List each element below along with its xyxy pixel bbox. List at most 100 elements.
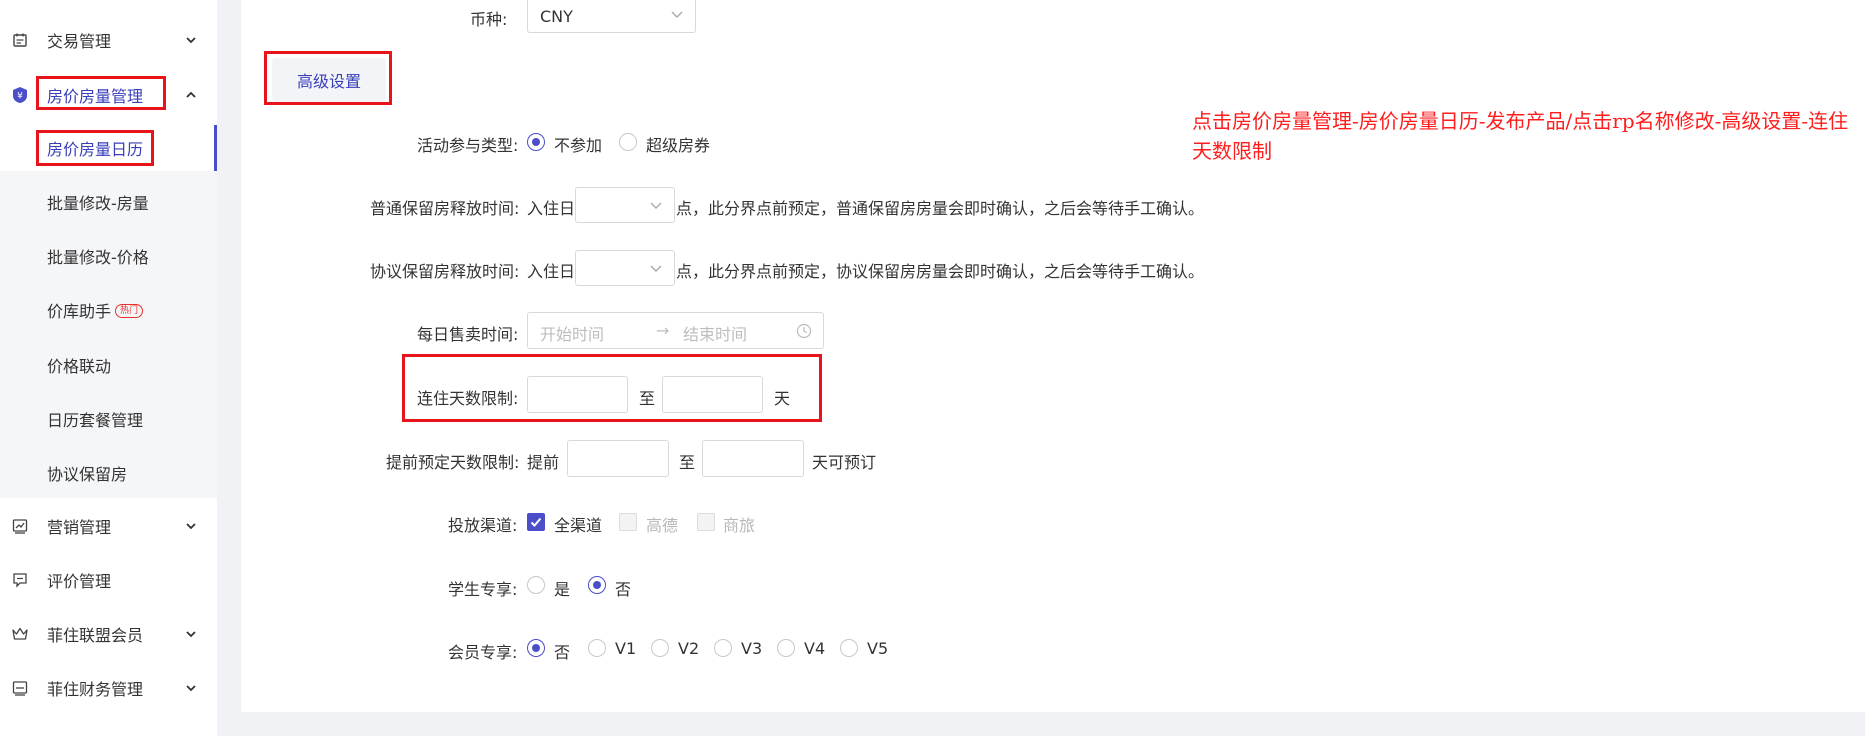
hot-badge: 热门 [115, 304, 144, 318]
chevron-down-icon [186, 685, 196, 692]
radio-member-v2[interactable] [651, 639, 669, 657]
comment-icon [11, 571, 29, 589]
chevron-down-icon [650, 202, 662, 209]
sidebar-item-label: 房价房量管理 [47, 87, 144, 106]
radio-member-v1[interactable] [588, 639, 606, 657]
sidebar-item-alliance-member[interactable]: 菲住联盟会员 [0, 611, 217, 657]
radio-label: 是 [554, 580, 571, 599]
sidebar-subitem-batch-price[interactable]: 批量修改-价格 [0, 233, 217, 279]
checkbox-gaode[interactable] [619, 513, 637, 531]
check-icon [530, 517, 542, 527]
svg-text:¥: ¥ [17, 92, 23, 102]
finance-icon [11, 679, 29, 697]
activity-type-label: 活动参与类型: [417, 136, 519, 155]
currency-value: CNY [540, 6, 573, 26]
student-label: 学生专享: [448, 580, 518, 599]
sidebar-item-marketing[interactable]: 营销管理 [0, 503, 217, 549]
sidebar-item-reviews[interactable]: 评价管理 [0, 557, 217, 603]
radio-member-no[interactable] [527, 639, 545, 657]
sidebar-item-label: 交易管理 [47, 32, 112, 51]
subitem-label: 价库助手 [47, 302, 112, 321]
chevron-down-icon [186, 37, 196, 44]
sidebar-item-label: 菲住财务管理 [47, 680, 144, 699]
radio-member-v4[interactable] [777, 639, 795, 657]
radio-member-v5[interactable] [840, 639, 858, 657]
stay-days-max-input[interactable] [662, 376, 763, 413]
normal-release-suffix: 点，此分界点前预定，普通保留房房量会即时确认，之后会等待手工确认。 [676, 199, 1205, 218]
crown-icon [11, 625, 29, 643]
sidebar-subitem-batch-inventory[interactable]: 批量修改-房量 [0, 179, 217, 225]
radio-super-coupon[interactable] [619, 133, 637, 151]
radio-label: V2 [678, 639, 700, 658]
advance-days-max-input[interactable] [702, 440, 804, 477]
bottom-divider [217, 712, 1865, 736]
agreement-release-suffix: 点，此分界点前预定，协议保留房房量会即时确认，之后会等待手工确认。 [676, 262, 1205, 281]
trend-chart-icon [11, 517, 29, 535]
to-label: 至 [639, 389, 656, 408]
currency-select[interactable]: CNY [527, 0, 696, 33]
checkbox-label: 全渠道 [554, 516, 603, 535]
radio-label: 不参加 [554, 136, 603, 155]
to-label: 至 [679, 453, 696, 472]
checkbox-label: 商旅 [723, 516, 756, 535]
subitem-label: 日历套餐管理 [47, 411, 144, 430]
sidebar-subitem-price-link[interactable]: 价格联动 [0, 342, 217, 388]
sidebar-item-price-inventory[interactable]: ¥ 房价房量管理 [0, 72, 217, 118]
chevron-down-icon [650, 265, 662, 272]
checkbox-all-channels[interactable] [527, 513, 545, 531]
checkbox-business-travel[interactable] [697, 513, 715, 531]
stay-days-min-input[interactable] [527, 376, 628, 413]
radio-label: V3 [741, 639, 763, 658]
advance-days-min-input[interactable] [567, 440, 669, 477]
currency-label: 币种: [470, 10, 508, 29]
sidebar-item-label: 评价管理 [47, 572, 112, 591]
radio-not-join[interactable] [527, 133, 545, 151]
chevron-down-icon [186, 523, 196, 530]
start-time-placeholder: 开始时间 [540, 325, 605, 344]
radio-member-v3[interactable] [714, 639, 732, 657]
sidebar-item-finance[interactable]: 菲住财务管理 [0, 665, 217, 711]
daily-sale-time-label: 每日售卖时间: [417, 325, 519, 344]
subitem-label: 价格联动 [47, 357, 112, 376]
checkbox-label: 高德 [646, 516, 679, 535]
subitem-label: 批量修改-价格 [47, 248, 149, 267]
subitem-label: 批量修改-房量 [47, 194, 149, 213]
subitem-label: 协议保留房 [47, 465, 128, 484]
radio-label: V5 [867, 639, 889, 658]
checkin-prefix: 入住日 [527, 262, 576, 281]
end-time-placeholder: 结束时间 [683, 325, 748, 344]
sidebar-item-label: 菲住联盟会员 [47, 626, 144, 645]
advanced-settings-button[interactable]: 高级设置 [272, 58, 386, 102]
chevron-down-icon [186, 631, 196, 638]
sidebar-item-label: 营销管理 [47, 518, 112, 537]
sidebar-item-trade[interactable]: 交易管理 [0, 17, 217, 63]
radio-label: 否 [615, 580, 632, 599]
sale-time-range-picker[interactable]: 开始时间 → 结束时间 [527, 312, 824, 349]
stay-days-label: 连住天数限制: [417, 389, 519, 408]
normal-release-hour-select[interactable] [575, 187, 675, 223]
member-label: 会员专享: [448, 643, 518, 662]
unit-label: 天可预订 [812, 453, 877, 472]
sidebar-subitem-calendar[interactable]: 房价房量日历 [0, 125, 217, 171]
checkin-prefix: 入住日 [527, 199, 576, 218]
radio-label: V4 [804, 639, 826, 658]
sidebar-subitem-calendar-package[interactable]: 日历套餐管理 [0, 396, 217, 442]
yen-shield-icon: ¥ [11, 86, 29, 104]
annotation-text: 点击房价房量管理-房价房量日历-发布产品/点击rp名称修改-高级设置-连住天数限… [1192, 109, 1849, 163]
unit-label: 天 [774, 389, 791, 408]
channels-label: 投放渠道: [448, 516, 518, 535]
advance-days-label: 提前预定天数限制: [386, 453, 520, 472]
clock-icon [796, 323, 812, 339]
chevron-up-icon [186, 91, 196, 98]
radio-label: 否 [554, 643, 571, 662]
radio-label: 超级房券 [646, 136, 711, 155]
submenu: 房价房量日历 批量修改-房量 批量修改-价格 价库助手 热门 价格联动 日历套餐管… [0, 125, 217, 498]
agreement-release-hour-select[interactable] [575, 250, 675, 286]
subitem-label: 房价房量日历 [47, 140, 144, 159]
calendar-icon [11, 31, 29, 49]
range-arrow: → [656, 321, 670, 340]
sidebar-subitem-price-assistant[interactable]: 价库助手 热门 [0, 287, 217, 333]
sidebar-subitem-agreement-rooms[interactable]: 协议保留房 [0, 450, 217, 496]
radio-student-yes[interactable] [527, 576, 545, 594]
radio-student-no[interactable] [588, 576, 606, 594]
